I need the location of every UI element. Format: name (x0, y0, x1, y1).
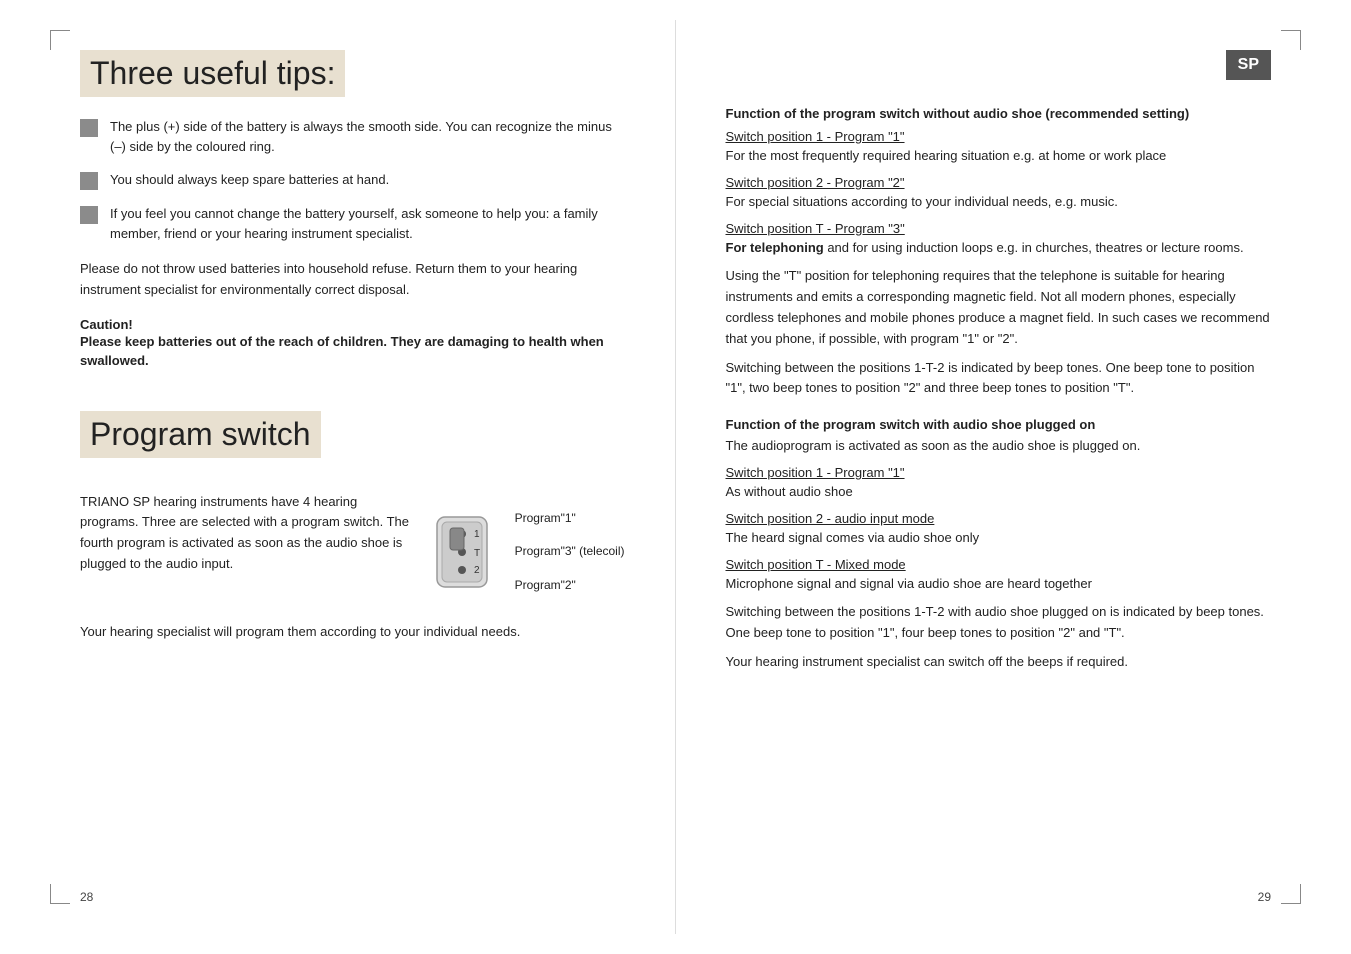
sp-badge: SP (1226, 50, 1271, 80)
switch-pos2-audio-text: The heard signal comes via audio shoe on… (726, 528, 1272, 549)
caution-section: Caution! Please keep batteries out of th… (80, 317, 625, 371)
corner-mark-tr (1281, 30, 1301, 50)
tip-bullet-1 (80, 119, 98, 137)
tip-item-1: The plus (+) side of the battery is alwa… (80, 117, 625, 156)
switchT-label: Switch position T - Program "3" (726, 221, 1272, 236)
program-title: Program switch (80, 411, 321, 458)
section1: Function of the program switch without a… (726, 106, 1272, 399)
tip-item-2: You should always keep spare batteries a… (80, 170, 625, 190)
program-labels: Program"1" Program"3" (telecoil) Program… (515, 502, 625, 602)
section1-heading: Function of the program switch without a… (726, 106, 1272, 121)
section2-heading: Function of the program switch with audi… (726, 417, 1272, 432)
beep-text-1: Switching between the positions 1-T-2 is… (726, 358, 1272, 400)
caution-title: Caution! (80, 317, 625, 332)
tip-item-3: If you feel you cannot change the batter… (80, 204, 625, 243)
program-label-1: Program"1" (515, 510, 625, 527)
switch-pos2-audio-label: Switch position 2 - audio input mode (726, 511, 1272, 526)
beep-text-2: Switching between the positions 1-T-2 wi… (726, 602, 1272, 644)
svg-text:1: 1 (474, 529, 480, 540)
specialist-text: Your hearing instrument specialist can s… (726, 652, 1272, 673)
caution-text: Please keep batteries out of the reach o… (80, 332, 625, 371)
program-section: Program switch TRIANO SP hearing instrum… (80, 411, 625, 643)
program-label-2: Program"2" (515, 577, 625, 594)
corner-mark-tl (50, 30, 70, 50)
section2: Function of the program switch with audi… (726, 417, 1272, 673)
switch1-label: Switch position 1 - Program "1" (726, 129, 1272, 144)
tip-bullet-2 (80, 172, 98, 190)
tip-bullet-3 (80, 206, 98, 224)
battery-notice: Please do not throw used batteries into … (80, 259, 625, 301)
program-footer: Your hearing specialist will program the… (80, 622, 625, 643)
page-number-left: 28 (80, 890, 93, 904)
corner-mark-br (1281, 884, 1301, 904)
switch-diagram: 1 T 2 Program"1" Program"3" (telecoil) P (417, 502, 625, 602)
switch-pos1-audio-text: As without audio shoe (726, 482, 1272, 503)
switch-svg: 1 T 2 (417, 502, 507, 602)
switch-posT-audio-label: Switch position T - Mixed mode (726, 557, 1272, 572)
left-page: Three useful tips: The plus (+) side of … (0, 20, 676, 934)
switchT-bold: For telephoning (726, 240, 824, 255)
T-position-text: Using the "T" position for telephoning r… (726, 266, 1272, 349)
switchT-text-rest: and for using induction loops e.g. in ch… (824, 240, 1244, 255)
page-number-right: 29 (1258, 890, 1271, 904)
program-content: TRIANO SP hearing instruments have 4 hea… (80, 492, 625, 612)
right-page: SP Function of the program switch withou… (676, 20, 1351, 934)
switch-posT-audio-text: Microphone signal and signal via audio s… (726, 574, 1272, 595)
program-label-3: Program"3" (telecoil) (515, 543, 625, 560)
switch-pos1-audio-label: Switch position 1 - Program "1" (726, 465, 1272, 480)
program-body-text: TRIANO SP hearing instruments have 4 hea… (80, 492, 417, 575)
switch2-text: For special situations according to your… (726, 192, 1272, 213)
switchT-text: For telephoning and for using induction … (726, 238, 1272, 259)
audio-intro: The audioprogram is activated as soon as… (726, 436, 1272, 457)
tip-text-2: You should always keep spare batteries a… (110, 170, 389, 190)
tip-text-1: The plus (+) side of the battery is alwa… (110, 117, 625, 156)
svg-text:2: 2 (474, 565, 480, 576)
tips-section: Three useful tips: The plus (+) side of … (80, 50, 625, 371)
tips-title: Three useful tips: (80, 50, 345, 97)
switch1-text: For the most frequently required hearing… (726, 146, 1272, 167)
tip-text-3: If you feel you cannot change the batter… (110, 204, 625, 243)
svg-text:T: T (474, 548, 480, 559)
sp-badge-container: SP (726, 50, 1272, 90)
corner-mark-bl (50, 884, 70, 904)
switch2-label: Switch position 2 - Program "2" (726, 175, 1272, 190)
